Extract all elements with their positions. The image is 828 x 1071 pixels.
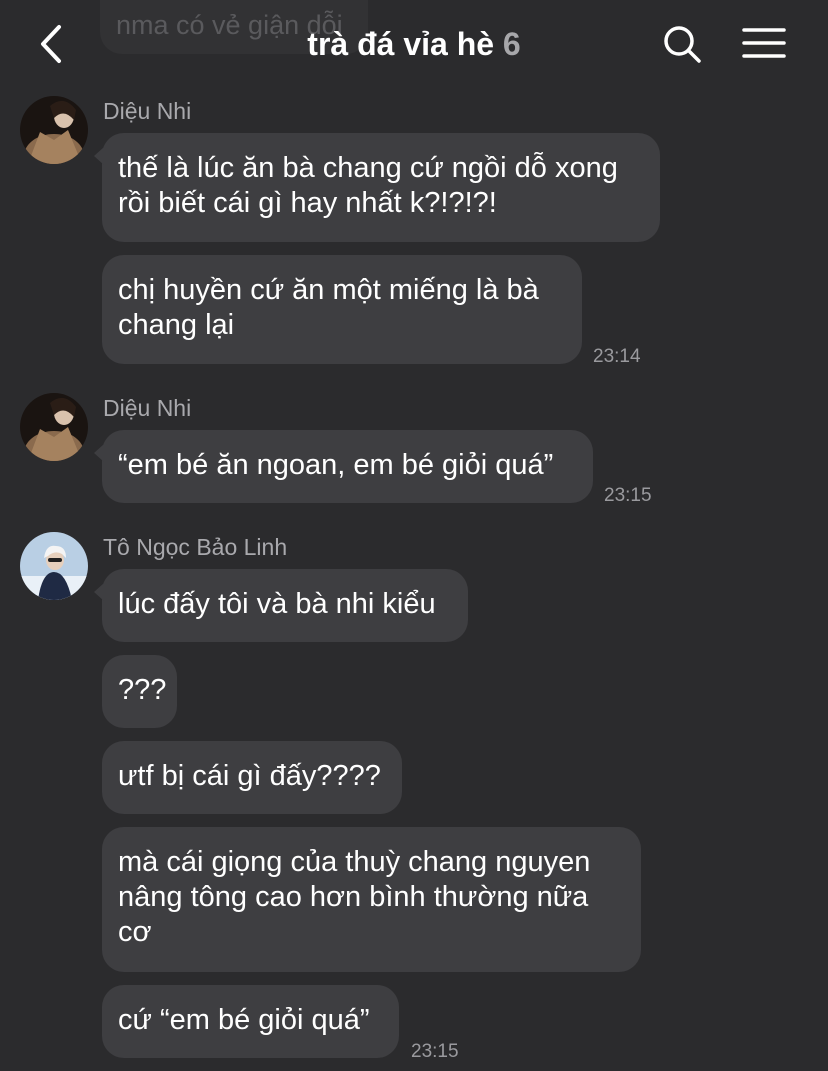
sender-name: Tô Ngọc Bảo Linh (103, 534, 288, 560)
avatar-photo (20, 96, 88, 164)
sender-name: Diệu Nhi (103, 98, 192, 124)
menu-button[interactable] (740, 22, 788, 66)
chevron-left-icon (41, 25, 61, 63)
message-timestamp: 23:14 (593, 346, 641, 367)
search-icon (664, 26, 701, 63)
message-timestamp: 23:15 (604, 485, 652, 506)
message-bubble[interactable]: ??? (102, 655, 177, 728)
avatar[interactable] (20, 96, 88, 164)
back-button[interactable] (30, 22, 74, 66)
message-bubble[interactable]: mà cái giọng của thuỳ chang nguyen nâng … (102, 827, 641, 972)
message-timestamp: 23:15 (411, 1041, 459, 1062)
member-count: 6 (502, 26, 521, 62)
hamburger-menu-icon (742, 28, 786, 58)
chat-header: nma có vẻ giận dỗi trà đá vỉa hè 6 (0, 0, 828, 90)
avatar[interactable] (20, 393, 88, 461)
message-bubble[interactable]: chị huyền cứ ăn một miếng là bà chang lạ… (102, 255, 582, 364)
search-button[interactable] (660, 22, 704, 66)
message-bubble[interactable]: “em bé ăn ngoan, em bé giỏi quá” (94, 430, 593, 503)
avatar[interactable] (20, 532, 88, 600)
message-bubble[interactable]: cứ “em bé giỏi quá” (102, 985, 399, 1058)
sender-name: Diệu Nhi (103, 395, 192, 421)
message-bubble[interactable]: thế là lúc ăn bà chang cứ ngồi dỗ xong r… (94, 133, 660, 242)
message-bubble[interactable]: lúc đấy tôi và bà nhi kiểu (94, 569, 468, 642)
avatar-photo (20, 532, 88, 600)
avatar-photo (20, 393, 88, 461)
message-bubble[interactable]: ưtf bị cái gì đấy???? (102, 741, 402, 814)
pinned-message-preview[interactable]: nma có vẻ giận dỗi (100, 0, 368, 54)
